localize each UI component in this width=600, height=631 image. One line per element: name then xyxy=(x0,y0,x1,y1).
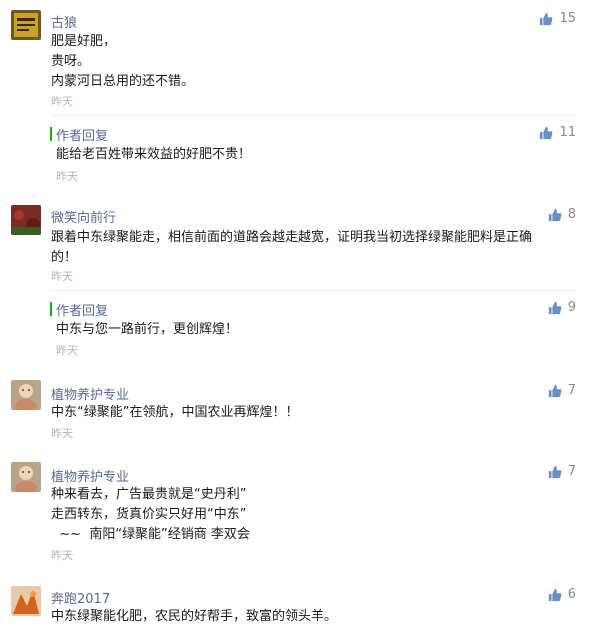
like-button[interactable]: 7 xyxy=(548,464,576,479)
like-count: 9 xyxy=(567,300,576,315)
comment-line: 中东绿聚能化肥，农民的好帮手，致富的领头羊。 xyxy=(51,609,338,624)
comment-user-name[interactable]: 古狼 xyxy=(51,12,77,31)
thumbs-up-icon xyxy=(540,12,553,25)
comment-user-name[interactable]: 植物养护专业 xyxy=(51,384,129,403)
reply-indicator xyxy=(50,302,52,316)
comment-line: 内蒙河日总用的还不错。 xyxy=(51,74,195,89)
reply-indicator xyxy=(50,127,52,141)
like-button[interactable]: 11 xyxy=(539,125,576,140)
comment-time: 昨天 xyxy=(51,270,73,283)
like-button[interactable]: 6 xyxy=(548,587,576,602)
divider xyxy=(50,290,576,291)
like-button[interactable]: 8 xyxy=(548,207,576,222)
avatar[interactable] xyxy=(11,586,41,616)
comment-line: 种来看去，广告最贵就是“史丹利” xyxy=(51,487,247,502)
reply-text: 能给老百姓带来效益的好肥不贵！ xyxy=(56,147,252,162)
comment-time: 昨天 xyxy=(51,549,73,562)
comment-line: 中东“绿聚能”在领航，中国农业再辉煌！！ xyxy=(51,405,299,420)
avatar[interactable] xyxy=(11,462,41,492)
comment-text: 跟着中东绿聚能走，相信前面的道路会越走越宽，证明我当初选择绿聚能肥料是正确 的！ xyxy=(51,228,556,268)
comment-line: 走西转东，货真价实只好用“中东” xyxy=(51,507,247,522)
like-button[interactable]: 15 xyxy=(539,11,576,26)
comment-line: 贵呀。 xyxy=(51,54,91,69)
comment-line: 跟着中东绿聚能走，相信前面的道路会越走越宽，证明我当初选择绿聚能肥料是正确 xyxy=(51,230,533,245)
like-count: 6 xyxy=(567,587,576,602)
comment-user-name[interactable]: 奔跑2017 xyxy=(51,588,110,607)
like-count: 15 xyxy=(559,11,576,26)
reply-text: 中东与您一路前行，更创辉煌！ xyxy=(56,322,239,337)
reply-author: 作者回复 xyxy=(56,304,109,319)
comment-text: 中东“绿聚能”在领航，中国农业再辉煌！！ xyxy=(51,403,556,423)
comment-time: 昨天 xyxy=(51,95,73,108)
comment-text: 中东绿聚能化肥，农民的好帮手，致富的领头羊。 xyxy=(51,607,556,627)
comment-text: 肥是好肥， 贵呀。 内蒙河日总用的还不错。 xyxy=(51,32,556,92)
comment-time: 昨天 xyxy=(51,427,73,440)
avatar[interactable] xyxy=(11,10,41,40)
comment-text: 种来看去，广告最贵就是“史丹利” 走西转东，货真价实只好用“中东” ~~ 南阳“… xyxy=(51,485,556,545)
reply-time: 昨天 xyxy=(56,170,78,183)
thumbs-up-icon xyxy=(548,208,562,221)
thumbs-up-icon xyxy=(548,384,562,397)
like-button[interactable]: 9 xyxy=(548,300,576,315)
thumbs-up-icon xyxy=(548,588,562,601)
comment-line: ~~ 南阳“绿聚能”经销商 李双会 xyxy=(51,527,250,542)
avatar[interactable] xyxy=(11,380,41,410)
reply-author: 作者回复 xyxy=(56,129,109,144)
like-count: 7 xyxy=(567,383,576,398)
thumbs-up-icon xyxy=(548,301,562,314)
like-count: 8 xyxy=(567,207,576,222)
reply-time: 昨天 xyxy=(56,344,78,357)
divider xyxy=(50,115,576,116)
thumbs-up-icon xyxy=(548,465,562,478)
like-count: 11 xyxy=(559,125,576,140)
comment-user-name[interactable]: 植物养护专业 xyxy=(51,466,129,485)
like-count: 7 xyxy=(567,464,576,479)
thumbs-up-icon xyxy=(540,126,553,139)
comment-user-name[interactable]: 微笑向前行 xyxy=(51,207,116,226)
avatar[interactable] xyxy=(11,205,41,235)
like-button[interactable]: 7 xyxy=(548,383,576,398)
comment-line: 的！ xyxy=(51,250,78,265)
comment-line: 肥是好肥， xyxy=(51,34,117,49)
